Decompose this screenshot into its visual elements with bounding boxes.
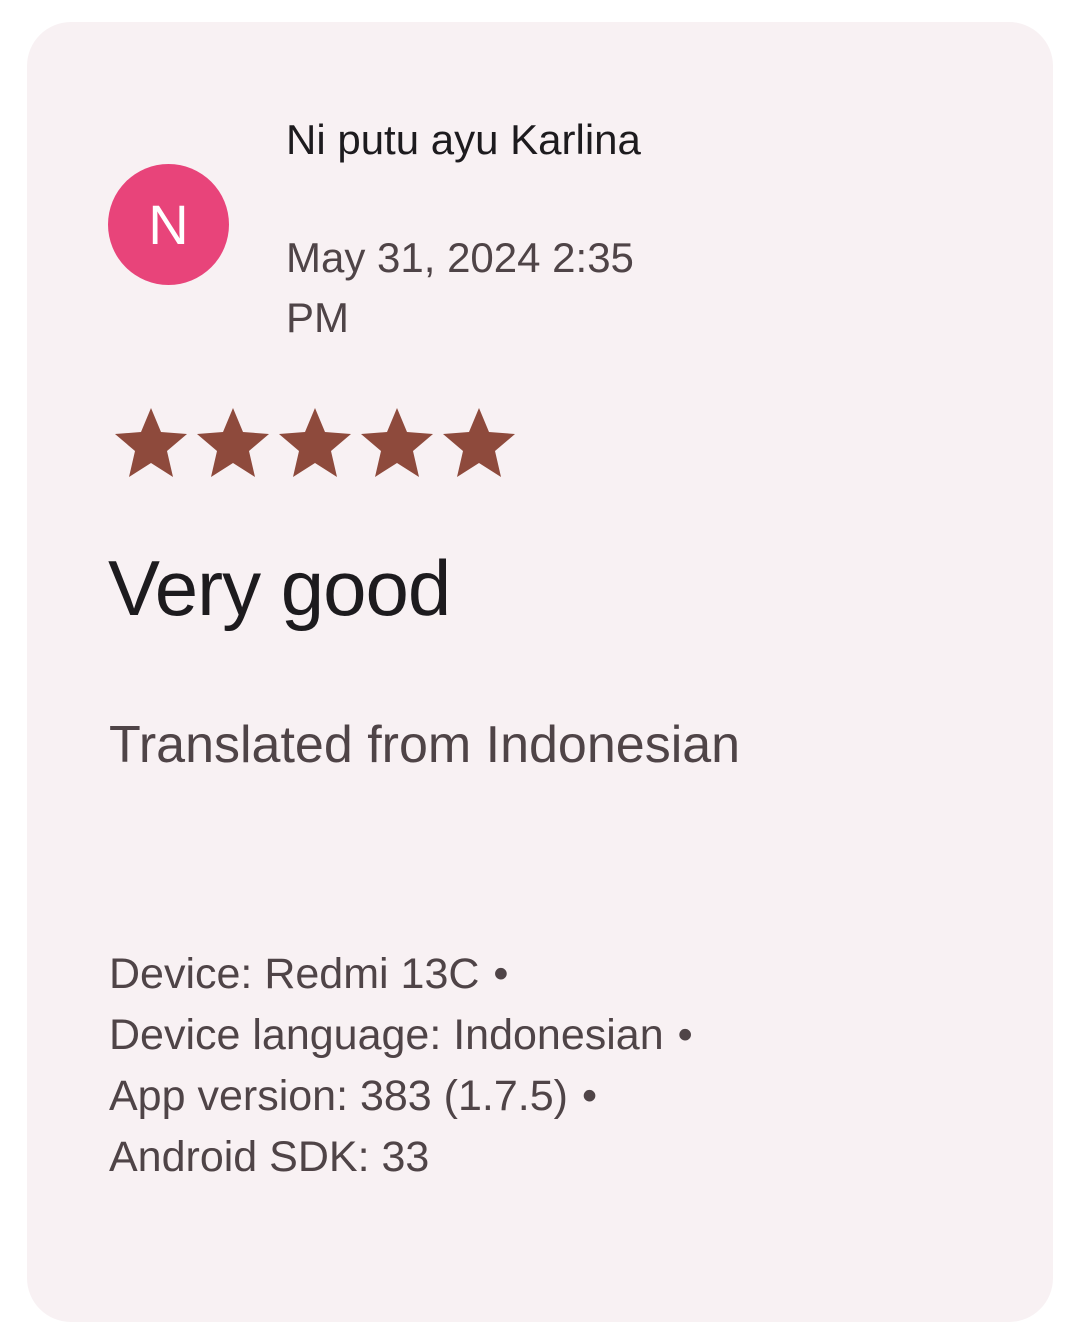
star-rating	[110, 402, 520, 482]
avatar: N	[108, 164, 229, 285]
device-language: Device language: Indonesian	[109, 1011, 664, 1059]
device-name: Device: Redmi 13C	[109, 950, 480, 998]
star-icon	[279, 408, 351, 477]
app-version: App version: 383 (1.7.5)	[109, 1072, 568, 1120]
star-icon	[361, 408, 433, 477]
translation-note: Translated from Indonesian	[109, 716, 741, 774]
star-icon	[115, 408, 187, 477]
separator-dot: •	[677, 1011, 693, 1059]
reviewer-name: Ni putu ayu Karlina	[286, 116, 641, 163]
device-line: Device: Redmi 13C •	[109, 944, 1009, 1005]
language-line: Device language: Indonesian •	[109, 1005, 1009, 1066]
review-title: Very good	[108, 544, 451, 632]
android-sdk: Android SDK: 33	[109, 1133, 430, 1181]
review-timestamp: May 31, 2024 2:35 PM	[286, 234, 634, 341]
separator-dot: •	[581, 1072, 597, 1120]
star-icon	[443, 408, 515, 477]
device-info: Device: Redmi 13C • Device language: Indo…	[109, 944, 1009, 1188]
avatar-letter: N	[148, 193, 189, 256]
sdk-line: Android SDK: 33	[109, 1127, 1009, 1188]
version-line: App version: 383 (1.7.5) •	[109, 1066, 1009, 1127]
separator-dot: •	[493, 950, 509, 998]
star-icon	[197, 408, 269, 477]
